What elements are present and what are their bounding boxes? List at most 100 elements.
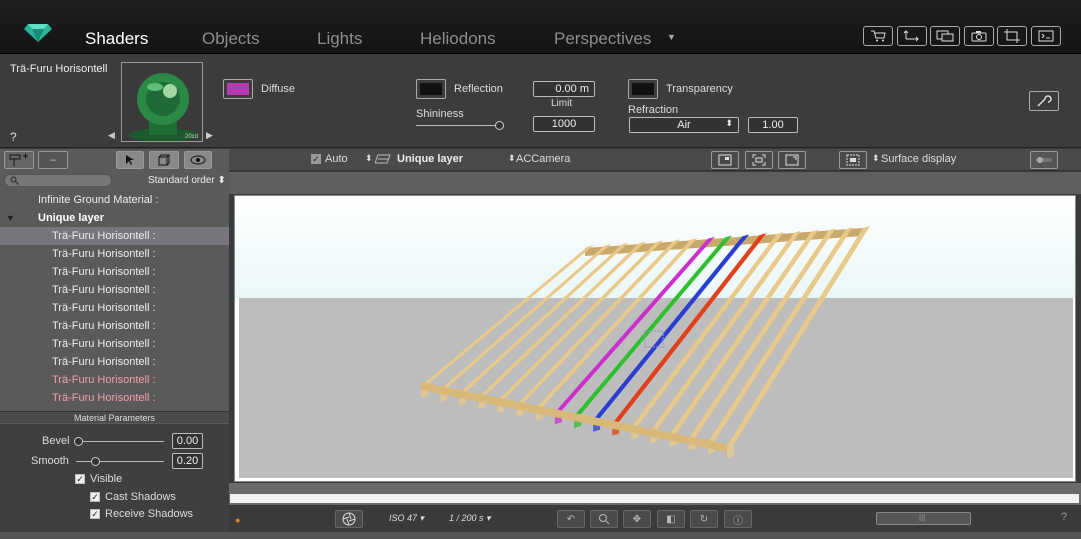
layer-icon bbox=[374, 153, 391, 168]
tree-row[interactable]: Trä-Furu Horisontell : bbox=[0, 389, 229, 407]
help-button[interactable]: ? bbox=[10, 130, 17, 144]
receive-shadows-checkbox[interactable]: ✓ bbox=[90, 509, 100, 519]
transparency-color-swatch[interactable] bbox=[628, 79, 658, 99]
shininess-slider[interactable] bbox=[416, 125, 502, 126]
viewport-bottom-strip bbox=[229, 483, 1081, 505]
aperture-icon[interactable] bbox=[335, 510, 363, 528]
cast-shadows-label: Cast Shadows bbox=[105, 491, 176, 503]
select-arrow-icon[interactable] bbox=[116, 151, 144, 169]
shininess-slider-knob[interactable] bbox=[495, 121, 505, 130]
diffuse-label: Diffuse bbox=[261, 83, 296, 95]
tree-row[interactable]: Trä-Furu Horisontell : bbox=[0, 335, 229, 353]
tree-row[interactable]: Trä-Furu Horisontell : bbox=[0, 281, 229, 299]
tree-row[interactable]: Trä-Furu Horisontell : bbox=[0, 371, 229, 389]
iso-value: ISO 47 bbox=[389, 513, 418, 523]
bevel-label: Bevel bbox=[42, 435, 70, 447]
material-parameters: Bevel 0.00 Smooth 0.20 ✓ Visible ✓ Cast … bbox=[0, 424, 229, 539]
walk-icon[interactable]: ◧ bbox=[657, 510, 685, 528]
tree-row[interactable]: Trä-Furu Horisontell : bbox=[0, 317, 229, 335]
refraction-select[interactable]: Air ⬍ bbox=[629, 117, 739, 133]
bevel-slider[interactable] bbox=[76, 441, 164, 442]
shutter-select[interactable]: 1 / 200 s ▾ bbox=[449, 513, 491, 524]
scene-render[interactable] bbox=[235, 196, 1076, 482]
disclosure-triangle-icon[interactable]: ▼ bbox=[6, 209, 15, 227]
eye-icon[interactable] bbox=[184, 151, 212, 169]
remove-button[interactable]: – bbox=[38, 151, 68, 169]
reflection-label: Reflection bbox=[454, 83, 503, 95]
iso-select[interactable]: ISO 47 ▾ bbox=[389, 513, 424, 524]
diffuse-color-swatch[interactable] bbox=[223, 79, 253, 99]
bottom-help-button[interactable]: ? bbox=[1061, 511, 1067, 523]
pan-icon[interactable]: ✥ bbox=[623, 510, 651, 528]
info-icon[interactable]: ⓘ bbox=[724, 510, 752, 528]
refraction-select-value: Air bbox=[677, 119, 691, 131]
camera-icon[interactable] bbox=[964, 26, 994, 46]
shininess-field[interactable]: 1000 bbox=[533, 116, 595, 132]
limit-label: Limit bbox=[551, 98, 573, 109]
tree-row-label: Trä-Furu Horisontell : bbox=[52, 320, 156, 332]
search-input[interactable] bbox=[4, 174, 112, 187]
camera-select[interactable]: ACCamera bbox=[516, 153, 570, 165]
visible-checkbox[interactable]: ✓ bbox=[75, 474, 85, 484]
rotate-icon[interactable]: ↻ bbox=[690, 510, 718, 528]
cube-icon[interactable] bbox=[149, 151, 179, 169]
auto-checkbox[interactable]: ✓ bbox=[311, 154, 321, 164]
tab-objects[interactable]: Objects bbox=[202, 29, 260, 49]
export-icon[interactable] bbox=[897, 26, 927, 46]
tree-row[interactable]: Trä-Furu Horisontell : bbox=[0, 227, 229, 245]
layer-select[interactable]: Unique layer bbox=[397, 153, 463, 165]
windows-icon[interactable] bbox=[930, 26, 960, 46]
fit-view-icon[interactable] bbox=[745, 151, 773, 169]
3d-viewport[interactable] bbox=[234, 195, 1076, 482]
tree-row-label: Trä-Furu Horisontell : bbox=[52, 338, 156, 350]
layers-panel: – Standard order ⬍ Infinite Ground Mater… bbox=[0, 149, 229, 539]
preview-prev-icon[interactable]: ◀ bbox=[108, 130, 115, 141]
tree-row-label: Trä-Furu Horisontell : bbox=[52, 374, 156, 386]
bevel-field[interactable]: 0.00 bbox=[172, 433, 203, 449]
wrench-icon[interactable] bbox=[1029, 91, 1059, 111]
auto-label: Auto bbox=[325, 153, 348, 165]
tree-row[interactable]: Trä-Furu Horisontell : bbox=[0, 245, 229, 263]
camera-stepper-icon[interactable]: ⬍ bbox=[508, 153, 516, 164]
reflection-color-swatch[interactable] bbox=[416, 79, 446, 99]
paint-tool-icon[interactable] bbox=[4, 151, 34, 169]
perspectives-dropdown-icon[interactable]: ▼ bbox=[667, 32, 676, 42]
tree-row[interactable]: Trä-Furu Horisontell : bbox=[0, 299, 229, 317]
refraction-field[interactable]: 1.00 bbox=[748, 117, 798, 133]
tree-row[interactable]: Trä-Furu Horisontell : bbox=[0, 353, 229, 371]
preview-next-icon[interactable]: ▶ bbox=[206, 130, 213, 141]
tab-lights[interactable]: Lights bbox=[317, 29, 362, 49]
tree-row-label: Trä-Furu Horisontell : bbox=[52, 230, 156, 242]
surface-display-select[interactable]: Surface display bbox=[881, 153, 956, 165]
crop-icon[interactable] bbox=[997, 26, 1027, 46]
bevel-slider-knob[interactable] bbox=[74, 437, 83, 446]
console-icon[interactable] bbox=[1031, 26, 1061, 46]
smooth-field[interactable]: 0.20 bbox=[172, 453, 203, 469]
sort-order-select[interactable]: Standard order ⬍ bbox=[148, 175, 226, 186]
render-bar: ● ISO 47 ▾ 1 / 200 s ▾ ↶ ✥ ◧ ↻ ⓘ ||| ? bbox=[229, 505, 1081, 532]
undo-icon[interactable]: ↶ bbox=[557, 510, 585, 528]
tree-row-label: Trä-Furu Horisontell : bbox=[52, 284, 156, 296]
cart-icon[interactable] bbox=[863, 26, 893, 46]
tree-group-row[interactable]: ▼ Unique layer bbox=[0, 209, 229, 227]
render-region-icon[interactable] bbox=[839, 151, 867, 169]
material-preview[interactable]: 20cd bbox=[121, 62, 203, 142]
toggle-switch-icon[interactable] bbox=[1030, 151, 1058, 169]
progress-bar: ||| bbox=[876, 512, 971, 525]
tree-row[interactable]: Trä-Furu Horisontell : bbox=[0, 263, 229, 281]
preview-caption: 20cd bbox=[184, 134, 198, 140]
smooth-slider[interactable] bbox=[76, 461, 164, 462]
limit-field[interactable]: 0.00 m bbox=[533, 81, 595, 97]
cast-shadows-checkbox[interactable]: ✓ bbox=[90, 492, 100, 502]
tab-perspectives[interactable]: Perspectives bbox=[554, 29, 651, 49]
zoom-icon[interactable] bbox=[590, 510, 618, 528]
tab-heliodons[interactable]: Heliodons bbox=[420, 29, 496, 49]
viewport-margin bbox=[229, 172, 1081, 194]
display-stepper-icon[interactable]: ⬍ bbox=[872, 153, 880, 164]
tree-row[interactable]: Infinite Ground Material : bbox=[0, 191, 229, 209]
smooth-slider-knob[interactable] bbox=[91, 457, 100, 466]
layer-stepper-icon[interactable]: ⬍ bbox=[365, 153, 373, 164]
expand-view-icon[interactable] bbox=[778, 151, 806, 169]
tab-shaders[interactable]: Shaders bbox=[85, 29, 148, 49]
view-frame-icon[interactable] bbox=[711, 151, 739, 169]
